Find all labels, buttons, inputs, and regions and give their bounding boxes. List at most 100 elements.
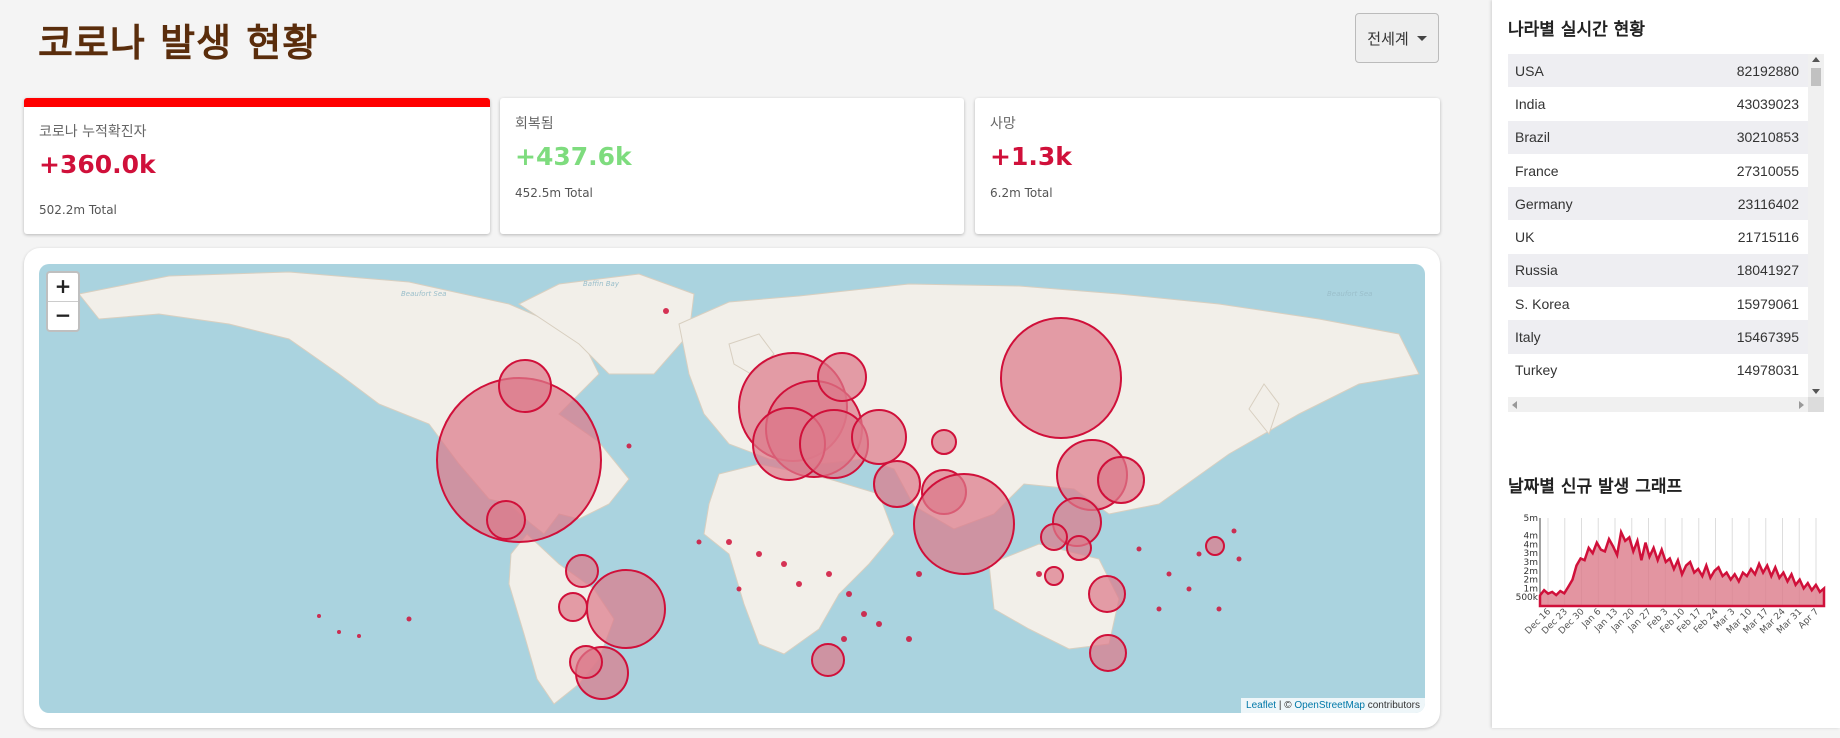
case-bubble[interactable]	[1040, 523, 1068, 551]
case-dot[interactable]	[1236, 556, 1242, 562]
case-dot[interactable]	[626, 443, 632, 449]
recovered-total: 452.5m Total	[515, 186, 593, 200]
case-dot[interactable]	[1196, 551, 1202, 557]
deaths-total: 6.2m Total	[990, 186, 1053, 200]
case-bubble[interactable]	[498, 359, 552, 413]
case-bubble[interactable]	[851, 409, 907, 465]
zoom-control: + −	[46, 271, 80, 332]
country-row[interactable]: Turkey 14978031	[1508, 354, 1808, 387]
country-row[interactable]: France 27310055	[1508, 154, 1808, 187]
case-dot[interactable]	[876, 621, 882, 627]
country-name: Germany	[1515, 195, 1573, 212]
sea-label: Beaufort Sea	[401, 290, 446, 298]
case-dot[interactable]	[337, 630, 341, 634]
chart-y-axis: 500k1m2m2m3m3m4m4m5m	[1516, 514, 1541, 606]
y-tick-label: 2m	[1524, 567, 1539, 577]
country-table[interactable]: USA 82192880 India 43039023 Brazil 30210853 Fr…	[1508, 54, 1824, 412]
country-row[interactable]: Russia 18041927	[1508, 253, 1808, 288]
case-dot[interactable]	[861, 611, 867, 617]
country-row[interactable]: Germany 23116402	[1508, 187, 1808, 221]
leaflet-link[interactable]: Leaflet	[1246, 700, 1276, 711]
case-bubble[interactable]	[1088, 575, 1126, 613]
case-dot[interactable]	[726, 539, 732, 545]
deaths-label: 사망	[990, 116, 1016, 132]
case-dot[interactable]	[357, 634, 361, 638]
country-case-count: 30210853	[1736, 129, 1799, 146]
case-dot[interactable]	[663, 308, 669, 314]
case-dot[interactable]	[1036, 571, 1042, 577]
country-row[interactable]: USA 82192880	[1508, 54, 1808, 88]
case-bubble[interactable]	[811, 643, 845, 677]
case-dot[interactable]	[1231, 528, 1237, 534]
region-dropdown[interactable]: 전세계	[1355, 13, 1439, 63]
y-tick-label: 5m	[1524, 514, 1539, 524]
case-dot[interactable]	[1136, 546, 1142, 552]
case-bubble[interactable]	[817, 352, 867, 402]
case-bubble[interactable]	[913, 473, 1015, 575]
case-bubble[interactable]	[1044, 566, 1064, 586]
case-dot[interactable]	[841, 636, 847, 642]
case-dot[interactable]	[1216, 606, 1222, 612]
y-tick-label: 2m	[1524, 576, 1539, 586]
scrollbar-thumb[interactable]	[1811, 68, 1821, 86]
case-bubble[interactable]	[931, 429, 957, 455]
case-dot[interactable]	[826, 571, 832, 577]
country-name: Italy	[1515, 329, 1541, 346]
case-dot[interactable]	[846, 591, 852, 597]
country-row[interactable]: UK 21715116	[1508, 220, 1808, 253]
country-name: France	[1515, 162, 1559, 179]
country-case-count: 23116402	[1737, 195, 1799, 212]
country-row[interactable]: S. Korea 15979061	[1508, 287, 1808, 320]
attribution-suffix: contributors	[1364, 700, 1420, 711]
scroll-up-icon[interactable]	[1812, 57, 1820, 62]
scroll-down-icon[interactable]	[1812, 389, 1820, 394]
osm-link[interactable]: OpenStreetMap	[1294, 700, 1365, 711]
case-bubble[interactable]	[1066, 535, 1092, 561]
case-bubble[interactable]	[1089, 634, 1127, 672]
case-bubble[interactable]	[586, 569, 666, 649]
country-name: Turkey	[1515, 362, 1558, 379]
country-name: India	[1515, 95, 1546, 112]
case-dot[interactable]	[1166, 571, 1172, 577]
recovered-card: 회복됨 +437.6k 452.5m Total	[500, 98, 964, 234]
world-map[interactable]: Beaufort Sea Baffin Bay Beaufort Sea + −…	[39, 264, 1425, 713]
case-dot[interactable]	[317, 614, 321, 618]
case-dot[interactable]	[1186, 586, 1192, 592]
case-dot[interactable]	[796, 581, 802, 587]
case-bubble[interactable]	[486, 500, 526, 540]
case-bubble[interactable]	[1097, 456, 1145, 504]
scroll-left-icon[interactable]	[1512, 401, 1517, 409]
case-bubble[interactable]	[1205, 536, 1225, 556]
map-attribution: Leaflet | © OpenStreetMap contributors	[1241, 698, 1425, 713]
country-case-count: 82192880	[1736, 62, 1799, 79]
case-bubble[interactable]	[569, 645, 603, 679]
horizontal-scrollbar[interactable]	[1508, 397, 1808, 412]
case-dot[interactable]	[696, 539, 702, 545]
case-dot[interactable]	[736, 586, 742, 592]
country-row[interactable]: Brazil 30210853	[1508, 120, 1808, 154]
case-dot[interactable]	[756, 551, 762, 557]
case-dot[interactable]	[781, 561, 787, 567]
chart-x-axis: Dec 16Dec 23Dec 30Jan 6Jan 13Jan 20Jan 2…	[1524, 607, 1822, 637]
zoom-in-button[interactable]: +	[48, 273, 78, 302]
case-dot[interactable]	[406, 616, 412, 622]
case-dot[interactable]	[916, 571, 922, 577]
vertical-scrollbar[interactable]	[1808, 54, 1824, 397]
case-bubble[interactable]	[1000, 317, 1122, 439]
case-dot[interactable]	[1156, 606, 1162, 612]
case-dot[interactable]	[906, 636, 912, 642]
sidebar: 나라별 실시간 현황 USA 82192880 India 43039023 Brazi…	[1492, 0, 1840, 728]
case-bubble[interactable]	[558, 592, 588, 622]
map-canvas[interactable]: Beaufort Sea Baffin Bay Beaufort Sea	[39, 264, 1425, 713]
daily-cases-chart: 500k1m2m2m3m3m4m4m5m Dec 16Dec 23Dec 30J…	[1516, 514, 1826, 637]
country-name: USA	[1515, 62, 1544, 79]
country-row[interactable]: India 43039023	[1508, 87, 1808, 120]
scroll-right-icon[interactable]	[1799, 401, 1804, 409]
zoom-out-button[interactable]: −	[48, 302, 78, 330]
country-row[interactable]: Italy 15467395	[1508, 320, 1808, 354]
y-tick-label: 3m	[1524, 549, 1539, 559]
confirmed-total: 502.2m Total	[39, 203, 117, 217]
attribution-separator: | ©	[1276, 700, 1295, 711]
case-bubble[interactable]	[873, 460, 921, 508]
case-bubble[interactable]	[565, 554, 599, 588]
